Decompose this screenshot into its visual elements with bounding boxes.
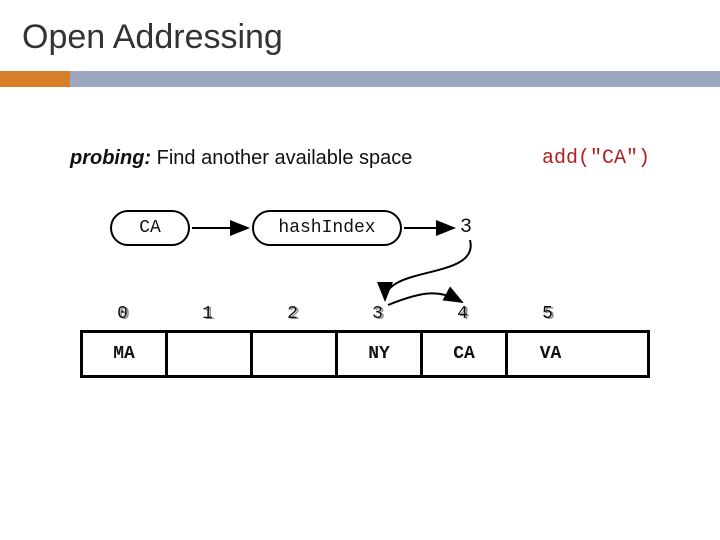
probing-term: probing: <box>70 147 151 169</box>
index-label: 33 <box>335 304 420 324</box>
arrow-result-to-index3 <box>385 240 471 300</box>
index-label: 22 <box>250 304 335 324</box>
hash-result: 3 <box>460 216 472 239</box>
table-cell: VA <box>508 333 593 375</box>
title-rule <box>0 71 720 87</box>
index-row: 00 11 22 33 44 55 <box>80 304 650 324</box>
hash-function-node: hashIndex <box>252 210 402 246</box>
table-cell: CA <box>423 333 508 375</box>
hash-flow: CA hashIndex 3 <box>70 210 650 256</box>
page-title: Open Addressing <box>22 18 698 57</box>
table-cell: NY <box>338 333 423 375</box>
table-cell <box>168 333 253 375</box>
input-node: CA <box>110 210 190 246</box>
index-label: 55 <box>505 304 590 324</box>
table-cell: MA <box>83 333 168 375</box>
table-cell <box>253 333 338 375</box>
index-label: 00 <box>80 304 165 324</box>
index-label: 44 <box>420 304 505 324</box>
add-call-code: add("CA") <box>542 147 650 170</box>
hash-table: MA NY CA VA <box>80 330 650 378</box>
diagram-area: probing: Find another available space ad… <box>0 87 720 378</box>
index-label: 11 <box>165 304 250 324</box>
probing-desc: Find another available space <box>151 147 412 169</box>
